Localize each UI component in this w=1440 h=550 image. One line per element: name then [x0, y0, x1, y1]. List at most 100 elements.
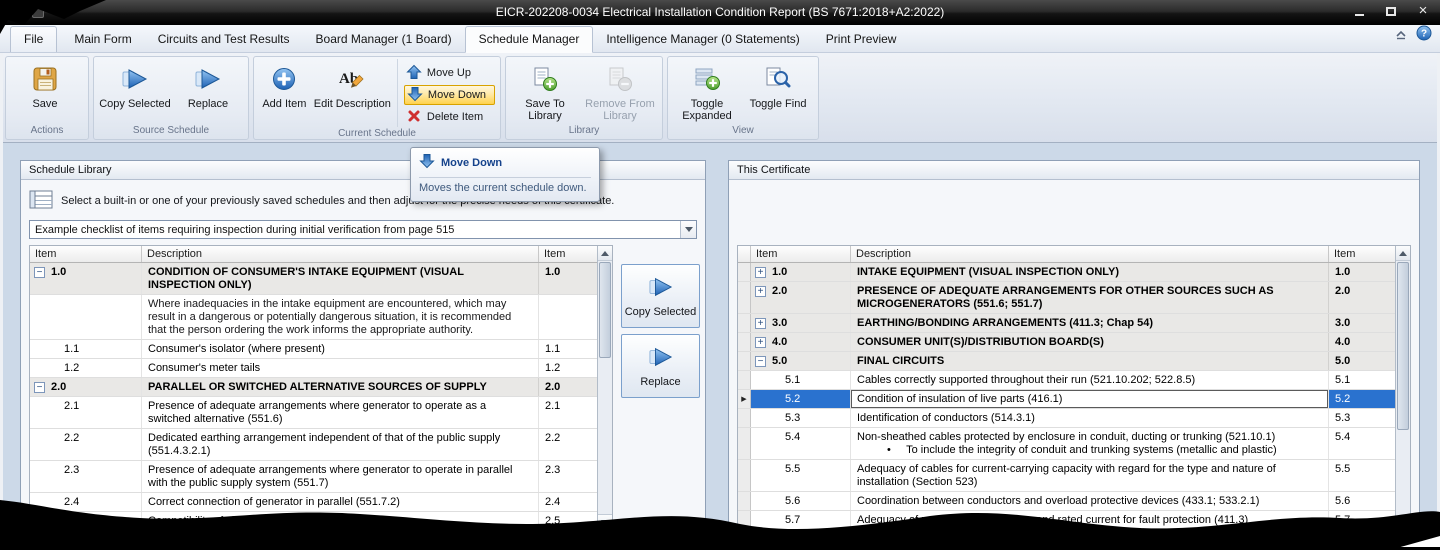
- ribbon: Save Actions Copy Selected Replace Sourc…: [0, 53, 1440, 143]
- edit-description-label: Edit Description: [313, 98, 391, 110]
- close-button[interactable]: ×: [1416, 3, 1430, 19]
- description-text: PARALLEL OR SWITCHED ALTERNATIVE SOURCES…: [148, 381, 487, 393]
- item-number-cell-right: 1.1: [545, 343, 561, 355]
- scroll-up-button[interactable]: [598, 246, 612, 261]
- column-header-item-right[interactable]: Item: [1329, 246, 1395, 262]
- certificate-row[interactable]: 5.5 Adequacy of cables for current-carryi…: [738, 460, 1395, 492]
- column-header-item[interactable]: Item: [30, 246, 142, 262]
- tab-schedule-manager[interactable]: Schedule Manager: [464, 26, 594, 53]
- schedule-library-row[interactable]: 1.2 Consumer's meter tails 1.2: [30, 359, 597, 378]
- move-down-button[interactable]: Move Down: [403, 85, 495, 105]
- edit-description-button[interactable]: Ab Edit Description: [312, 59, 393, 127]
- column-header-item[interactable]: Item: [751, 246, 851, 262]
- delete-item-icon: [406, 108, 422, 127]
- schedule-library-row[interactable]: 2.2 Dedicated earthing arrangement indepe…: [30, 429, 597, 461]
- scrollbar-track[interactable]: [1396, 261, 1410, 516]
- delete-item-button[interactable]: Delete Item: [404, 107, 495, 127]
- expand-icon[interactable]: +: [755, 286, 766, 297]
- expand-icon[interactable]: +: [755, 337, 766, 348]
- item-number-cell-right: 2.1: [545, 400, 561, 412]
- save-button-label: Save: [32, 98, 58, 110]
- item-number-cell-right: [539, 295, 597, 339]
- schedule-library-row[interactable]: 1.1 Consumer's isolator (where present) 1.…: [30, 340, 597, 359]
- item-number: 3.0: [772, 317, 788, 329]
- description-text: Presence of adequate arrangements where …: [148, 400, 487, 425]
- this-certificate-panel: This Certificate Item Description Item +…: [728, 160, 1420, 535]
- replace-icon: [195, 64, 221, 94]
- ribbon-group-actions: Save Actions: [5, 56, 89, 140]
- copy-selected-transfer-button[interactable]: Copy Selected: [621, 264, 700, 328]
- tab-circuits-and-test-results[interactable]: Circuits and Test Results: [145, 27, 303, 52]
- tab-board-manager[interactable]: Board Manager (1 Board): [303, 27, 465, 52]
- scrollbar-track[interactable]: [598, 261, 612, 514]
- schedule-select-dropdown-icon[interactable]: [680, 221, 696, 238]
- certificate-row[interactable]: −5.0 FINAL CIRCUITS 5.0: [738, 352, 1395, 371]
- replace-button[interactable]: Replace: [173, 59, 243, 124]
- window-title: EICR-202208-0034 Electrical Installation…: [495, 5, 945, 19]
- collapse-ribbon-icon[interactable]: [1394, 27, 1408, 45]
- item-number-cell: 1.2: [30, 359, 142, 377]
- schedule-library-row[interactable]: Where inadequacies in the intake equipme…: [30, 295, 597, 340]
- vertical-scrollbar[interactable]: [597, 246, 612, 529]
- certificate-row[interactable]: +2.0 PRESENCE OF ADEQUATE ARRANGEMENTS FO…: [738, 282, 1395, 314]
- column-header-item-right[interactable]: Item: [539, 246, 597, 262]
- toggle-find-icon: [765, 64, 791, 94]
- item-number: 1.1: [64, 343, 80, 355]
- description-text: FINAL CIRCUITS: [857, 355, 945, 367]
- group-label-current-schedule: Current Schedule: [338, 128, 416, 139]
- collapse-icon[interactable]: −: [755, 356, 766, 367]
- help-icon[interactable]: ?: [1416, 25, 1432, 46]
- schedule-library-row[interactable]: −1.0 CONDITION OF CONSUMER'S INTAKE EQUIP…: [30, 263, 597, 295]
- remove-from-library-button[interactable]: Remove From Library: [581, 59, 659, 124]
- tab-print-preview[interactable]: Print Preview: [813, 27, 910, 52]
- expand-icon[interactable]: +: [755, 267, 766, 278]
- item-number-cell: 5.2: [751, 390, 851, 408]
- certificate-row[interactable]: ▶ 5.2 Condition of insulation of live part…: [738, 390, 1395, 409]
- item-number-cell-right: 3.0: [1335, 317, 1351, 329]
- save-button[interactable]: Save: [9, 59, 81, 124]
- item-number: 2.1: [64, 400, 80, 412]
- certificate-row[interactable]: 5.4 Non-sheathed cables protected by encl…: [738, 428, 1395, 460]
- remove-from-library-icon: [607, 64, 633, 94]
- certificate-row[interactable]: 5.3 Identification of conductors (514.3.1…: [738, 409, 1395, 428]
- scrollbar-thumb[interactable]: [599, 262, 611, 358]
- item-number: 5.3: [785, 412, 801, 424]
- item-number-cell-right: 1.2: [545, 362, 561, 374]
- collapse-icon[interactable]: −: [34, 267, 45, 278]
- row-indicator: [738, 460, 751, 491]
- toggle-find-button[interactable]: Toggle Find: [743, 59, 813, 124]
- vertical-scrollbar[interactable]: [1395, 246, 1410, 531]
- minimize-button[interactable]: [1352, 3, 1366, 19]
- item-number-cell-right: 2.0: [1335, 285, 1351, 297]
- move-up-button[interactable]: Move Up: [404, 63, 495, 83]
- item-number-cell: 2.1: [30, 397, 142, 428]
- collapse-icon[interactable]: −: [34, 382, 45, 393]
- scroll-up-button[interactable]: [1396, 246, 1410, 261]
- description-cell: EARTHING/BONDING ARRANGEMENTS (411.3; Ch…: [851, 314, 1329, 332]
- add-item-button[interactable]: Add Item: [257, 59, 312, 127]
- copy-selected-button[interactable]: Copy Selected: [97, 59, 173, 124]
- save-to-library-button[interactable]: Save To Library: [509, 59, 581, 124]
- maximize-button[interactable]: [1384, 3, 1398, 19]
- save-to-library-label: Save To Library: [525, 98, 565, 122]
- column-header-description[interactable]: Description: [142, 246, 539, 262]
- replace-transfer-button[interactable]: Replace: [621, 334, 700, 398]
- schedule-library-row[interactable]: 2.1 Presence of adequate arrangements whe…: [30, 397, 597, 429]
- tab-intelligence-manager[interactable]: Intelligence Manager (0 Statements): [593, 27, 812, 52]
- schedule-select[interactable]: Example checklist of items requiring ins…: [29, 220, 697, 239]
- certificate-row[interactable]: +1.0 INTAKE EQUIPMENT (VISUAL INSPECTION …: [738, 263, 1395, 282]
- schedule-library-row[interactable]: −2.0 PARALLEL OR SWITCHED ALTERNATIVE SOU…: [30, 378, 597, 397]
- description-text: Dedicated earthing arrangement independe…: [148, 432, 501, 457]
- copy-selected-label: Copy Selected: [99, 98, 171, 110]
- certificate-row[interactable]: +4.0 CONSUMER UNIT(S)/DISTRIBUTION BOARD(…: [738, 333, 1395, 352]
- toggle-expanded-button[interactable]: Toggle Expanded: [671, 59, 743, 124]
- column-header-description[interactable]: Description: [851, 246, 1329, 262]
- expand-icon[interactable]: +: [755, 318, 766, 329]
- description-cell: CONDITION OF CONSUMER'S INTAKE EQUIPMENT…: [142, 263, 539, 294]
- scrollbar-thumb[interactable]: [1397, 262, 1409, 430]
- schedule-library-row[interactable]: 2.3 Presence of adequate arrangements whe…: [30, 461, 597, 493]
- certificate-row[interactable]: 5.1 Cables correctly supported throughout…: [738, 371, 1395, 390]
- certificate-row[interactable]: +3.0 EARTHING/BONDING ARRANGEMENTS (411.3…: [738, 314, 1395, 333]
- close-icon: ×: [1418, 2, 1428, 19]
- item-number: 5.2: [785, 393, 801, 405]
